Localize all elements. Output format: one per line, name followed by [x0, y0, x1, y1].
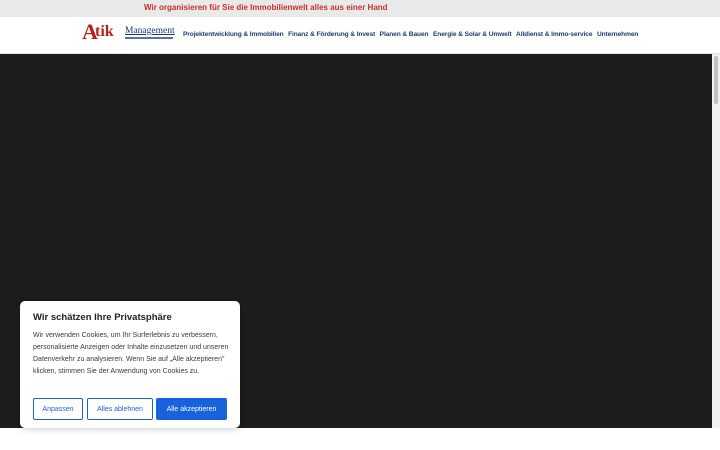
logo-word: Management [125, 26, 175, 36]
cookie-title: Wir schätzen Ihre Privatsphäre [33, 312, 172, 323]
nav-item-planen-bauen[interactable]: Planen & Bauen [380, 31, 429, 38]
cookie-consent-banner: Wir schätzen Ihre Privatsphäre Wir verwe… [20, 301, 240, 428]
main-navigation: Projektentwicklung & Immobilien Finanz &… [183, 31, 638, 38]
nav-item-energie[interactable]: Energie & Solar & Umwelt [433, 31, 512, 38]
top-announcement-bar: Wir organisieren für Sie die Immobilienw… [0, 0, 720, 17]
scrollbar-thumb[interactable] [714, 56, 718, 104]
logo-letters-tik: tik [95, 23, 114, 40]
customize-button[interactable]: Anpassen [33, 398, 83, 420]
reject-all-button[interactable]: Alles ablehnen [87, 398, 153, 420]
cookie-description: Wir verwenden Cookies, um Ihr Surferlebn… [33, 332, 229, 375]
tagline: Wir organisieren für Sie die Immobilienw… [144, 3, 388, 12]
site-header: A tik Management Projektentwicklung & Im… [0, 17, 720, 54]
nav-item-unternehmen[interactable]: Unternehmen [597, 31, 639, 38]
nav-item-finanz[interactable]: Finanz & Förderung & Invest [288, 31, 375, 38]
nav-item-alldienst[interactable]: Alldienst & Immo-service [516, 31, 592, 38]
logo-underline [125, 37, 173, 39]
nav-item-projektentwicklung[interactable]: Projektentwicklung & Immobilien [183, 31, 284, 38]
accept-all-button[interactable]: Alle akzeptieren [156, 398, 227, 420]
scrollbar-track[interactable] [712, 54, 720, 428]
site-logo[interactable]: A tik Management [82, 21, 175, 43]
